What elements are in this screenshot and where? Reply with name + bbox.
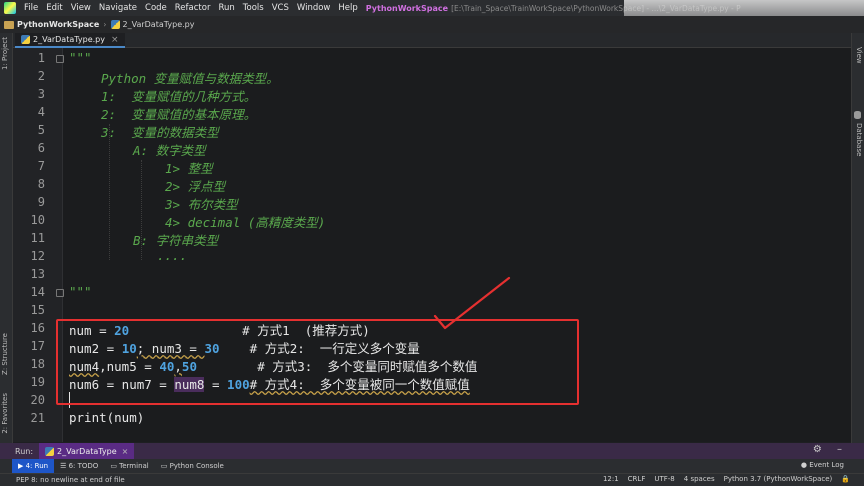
line-number: 7 <box>37 159 45 173</box>
menu-tools[interactable]: Tools <box>239 3 268 13</box>
python-console-tool-button[interactable]: ▭ Python Console <box>155 459 230 473</box>
event-log-button[interactable]: ● Event Log <box>801 461 844 469</box>
status-message: PEP 8: no newline at end of file <box>16 476 125 484</box>
line-number: 6 <box>37 141 45 155</box>
line-number: 2 <box>37 69 45 83</box>
menu-code[interactable]: Code <box>141 3 171 13</box>
python-interpreter[interactable]: Python 3.7 (PythonWorkSpace) <box>724 475 833 483</box>
run-panel-header: Run: 2_VarDataType × ⚙ – <box>0 443 864 459</box>
line-number: 17 <box>30 339 45 353</box>
docstring-title: Python 变量赋值与数据类型。 <box>101 71 279 86</box>
line-separator[interactable]: CRLF <box>628 475 646 483</box>
window-title-project: PythonWorkSpace <box>365 3 449 13</box>
docstring-a-4: 4> decimal (高精度类型) <box>165 215 326 230</box>
run-label: Run: <box>15 446 34 456</box>
indent-setting[interactable]: 4 spaces <box>684 475 715 483</box>
menu-view[interactable]: View <box>67 3 95 13</box>
line-number: 8 <box>37 177 45 191</box>
menu-run[interactable]: Run <box>214 3 238 13</box>
line-number: 19 <box>30 375 45 389</box>
fold-marker-icon[interactable] <box>56 55 64 63</box>
line-number: 3 <box>37 87 45 101</box>
docstring-item-1: 1: 变量赋值的几种方式。 <box>101 89 257 104</box>
run-tab-label: 2_VarDataType <box>57 446 117 456</box>
pycharm-logo-icon <box>4 2 16 14</box>
line-number: 13 <box>30 267 45 281</box>
python-file-icon <box>110 20 120 29</box>
database-tool-button[interactable]: Database <box>855 123 863 156</box>
indent-guide <box>109 124 110 260</box>
favorites-tool-button[interactable]: 2: Favorites <box>1 393 9 434</box>
run-tab-2-vardatatype[interactable]: 2_VarDataType × <box>39 443 135 459</box>
python-file-icon <box>21 35 30 44</box>
line-number: 5 <box>37 123 45 137</box>
view-tool-button[interactable]: View <box>855 47 863 64</box>
todo-tool-button[interactable]: ☰ 6: TODO <box>54 459 104 473</box>
database-icon <box>854 111 861 119</box>
tab-2-vardatatype[interactable]: 2_VarDataType.py × <box>15 33 125 48</box>
docstring-a-3: 3> 布尔类型 <box>165 197 238 212</box>
menu-navigate[interactable]: Navigate <box>95 3 141 13</box>
docstring-a-1: 1> 整型 <box>165 161 213 176</box>
breadcrumb-project[interactable]: PythonWorkSpace <box>17 20 99 29</box>
line-number: 18 <box>30 357 45 371</box>
docstring-section-b: B: 字符串类型 <box>133 233 219 248</box>
menu-vcs[interactable]: VCS <box>268 3 293 13</box>
tab-label: 2_VarDataType.py <box>33 35 105 44</box>
python-file-icon <box>45 446 55 456</box>
close-icon[interactable]: × <box>111 35 119 45</box>
file-encoding[interactable]: UTF-8 <box>654 475 674 483</box>
line-number: 12 <box>30 249 45 263</box>
menu-window[interactable]: Window <box>293 3 335 13</box>
status-bar: PEP 8: no newline at end of file 12:1 CR… <box>0 473 864 486</box>
docstring-item-3: 3: 变量的数据类型 <box>101 125 219 140</box>
menu-refactor[interactable]: Refactor <box>171 3 215 13</box>
line-number: 1 <box>37 51 45 65</box>
right-tool-strip: View Database <box>851 33 864 443</box>
project-tool-button[interactable]: 1: Project <box>1 37 9 70</box>
code-editor[interactable]: 1 2 3 4 5 6 7 8 9 10 11 12 13 14 15 16 1… <box>13 48 851 442</box>
docstring-open: """ <box>69 50 92 65</box>
code-line-21: print(num) <box>69 410 145 425</box>
docstring-item-2: 2: 变量赋值的基本原理。 <box>101 107 257 122</box>
navigation-bar: PythonWorkSpace › 2_VarDataType.py <box>0 16 864 33</box>
menu-help[interactable]: Help <box>334 3 361 13</box>
folder-icon <box>4 20 14 29</box>
line-number: 21 <box>30 411 45 425</box>
tool-window-bar: ▶ 4: Run ☰ 6: TODO ▭ Terminal ▭ Python C… <box>0 459 864 473</box>
docstring-section-a: A: 数字类型 <box>133 143 206 158</box>
line-number: 14 <box>30 285 45 299</box>
editor-tab-bar: 2_VarDataType.py × <box>13 33 851 48</box>
line-number: 4 <box>37 105 45 119</box>
line-number: 15 <box>30 303 45 317</box>
run-tool-button[interactable]: ▶ 4: Run <box>12 459 55 473</box>
breadcrumb-file[interactable]: 2_VarDataType.py <box>123 20 195 29</box>
breadcrumb-separator-icon: › <box>103 20 107 29</box>
left-tool-strip: 1: Project Z: Structure 2: Favorites <box>0 33 13 443</box>
annotation-checkmark-icon <box>433 276 511 330</box>
terminal-tool-button[interactable]: ▭ Terminal <box>104 459 154 473</box>
docstring-a-2: 2> 浮点型 <box>165 179 226 194</box>
line-number: 16 <box>30 321 45 335</box>
fold-marker-icon[interactable] <box>56 289 64 297</box>
line-number: 20 <box>30 393 45 407</box>
menu-edit[interactable]: Edit <box>42 3 66 13</box>
lock-icon[interactable]: 🔒 <box>841 475 850 483</box>
caret-position[interactable]: 12:1 <box>603 475 619 483</box>
line-number: 10 <box>30 213 45 227</box>
line-number: 11 <box>30 231 45 245</box>
menu-file[interactable]: File <box>20 3 42 13</box>
docstring-close: """ <box>69 284 92 299</box>
run-panel-actions[interactable]: ⚙ – <box>813 444 848 455</box>
docstring-ellipsis: .... <box>157 248 188 263</box>
close-icon[interactable]: × <box>122 447 129 456</box>
line-number: 9 <box>37 195 45 209</box>
structure-tool-button[interactable]: Z: Structure <box>1 333 9 375</box>
